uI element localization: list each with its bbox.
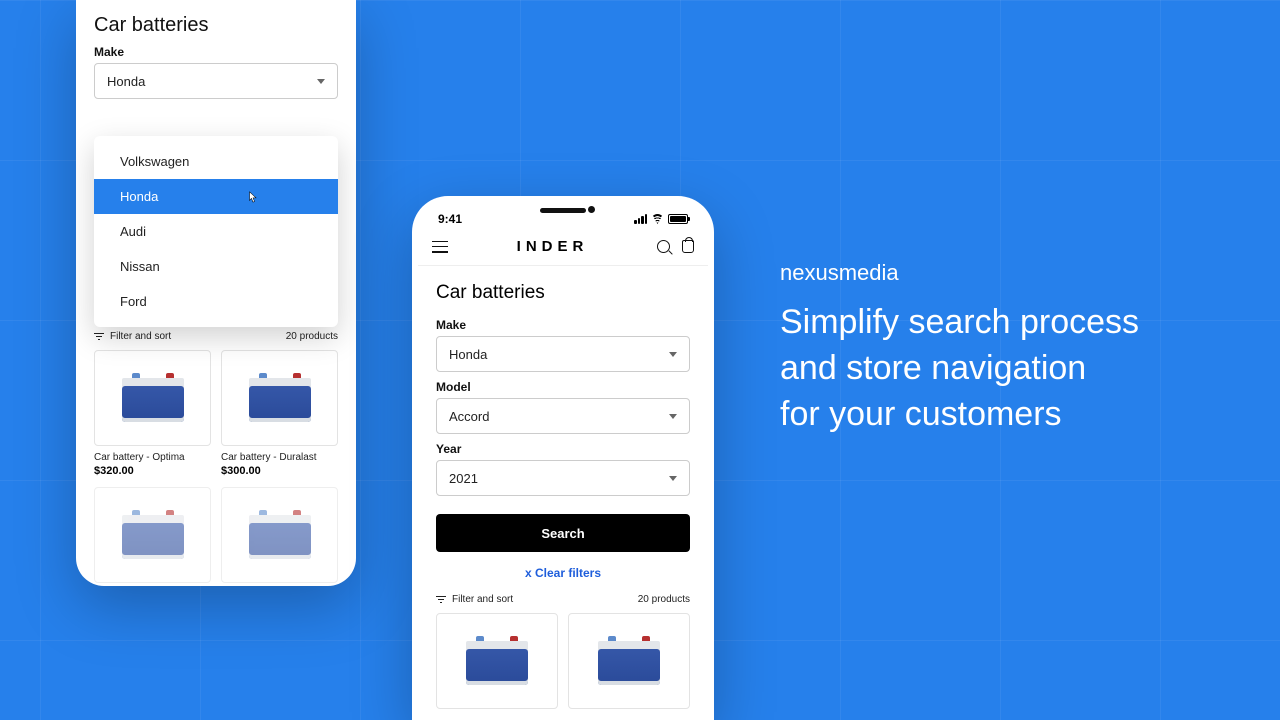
product-card[interactable]: [436, 613, 558, 709]
headline-line: and store navigation: [780, 346, 1220, 392]
make-option[interactable]: Audi: [94, 214, 338, 249]
search-icon[interactable]: [657, 240, 670, 253]
make-option[interactable]: Nissan: [94, 249, 338, 284]
make-select[interactable]: Honda: [436, 336, 690, 372]
make-select[interactable]: Honda: [94, 63, 338, 99]
product-card[interactable]: Car battery - Duralast $300.00: [221, 350, 338, 477]
year-select[interactable]: 2021: [436, 460, 690, 496]
headline: Simplify search process and store naviga…: [780, 300, 1220, 438]
search-button[interactable]: Search: [436, 514, 690, 552]
make-select-value: Honda: [449, 347, 487, 362]
phone-notch: [503, 202, 623, 224]
product-name: Car battery - Duralast: [221, 452, 338, 463]
menu-icon[interactable]: [432, 241, 448, 253]
product-thumb: [221, 350, 338, 446]
year-select-value: 2021: [449, 471, 478, 486]
product-card[interactable]: [94, 487, 211, 583]
make-dropdown: Volkswagen Honda Audi Nissan Ford: [94, 136, 338, 327]
filter-sort-button[interactable]: Filter and sort: [436, 594, 513, 605]
clear-filters-link[interactable]: x Clear filters: [418, 552, 708, 594]
battery-icon: [118, 511, 188, 559]
product-thumb: [568, 613, 690, 709]
chevron-down-icon: [669, 352, 677, 357]
cursor-icon: [248, 191, 258, 203]
model-select-value: Accord: [449, 409, 489, 424]
phone-mock-dropdown: Car batteries Make Honda x Clear filters…: [76, 0, 356, 586]
model-select[interactable]: Accord: [436, 398, 690, 434]
status-time: 9:41: [438, 212, 462, 226]
model-label: Model: [418, 380, 708, 398]
battery-icon: [594, 637, 664, 685]
product-thumb: [436, 613, 558, 709]
product-thumb: [94, 350, 211, 446]
make-label: Make: [418, 318, 708, 336]
battery-icon: [245, 511, 315, 559]
chevron-down-icon: [317, 79, 325, 84]
app-bar: INDER: [418, 230, 708, 266]
make-option[interactable]: Ford: [94, 284, 338, 319]
status-bar: 9:41: [418, 202, 708, 230]
make-option[interactable]: Volkswagen: [94, 144, 338, 179]
filter-sort-row: Filter and sort 20 products: [418, 594, 708, 613]
cart-icon[interactable]: [682, 240, 694, 253]
phone-mock-filters: 9:41 INDER Car batteries Make Honda Mode…: [412, 196, 714, 720]
battery-icon: [245, 374, 315, 422]
product-card[interactable]: [221, 487, 338, 583]
make-select-value: Honda: [107, 74, 145, 89]
page-title: Car batteries: [76, 0, 356, 45]
make-option-label: Honda: [120, 189, 158, 204]
product-thumb: [94, 487, 211, 583]
product-grid: [418, 613, 708, 714]
battery-status-icon: [668, 214, 688, 224]
headline-line: for your customers: [780, 392, 1220, 438]
product-grid-row2: [76, 487, 356, 586]
marketing-copy: nexusmedia Simplify search process and s…: [780, 260, 1220, 438]
product-name: Car battery - Optima: [94, 452, 211, 463]
battery-icon: [462, 637, 532, 685]
product-thumb: [221, 487, 338, 583]
filter-icon: [94, 333, 104, 341]
chevron-down-icon: [669, 414, 677, 419]
filter-sort-row: Filter and sort 20 products: [76, 331, 356, 350]
headline-line: Simplify search process: [780, 300, 1220, 346]
make-label: Make: [76, 45, 356, 63]
filter-sort-label: Filter and sort: [452, 594, 513, 605]
brand-logo: INDER: [517, 238, 589, 255]
year-label: Year: [418, 442, 708, 460]
filter-sort-label: Filter and sort: [110, 331, 171, 342]
product-card[interactable]: [568, 613, 690, 709]
nexusmedia-logo: nexusmedia: [780, 260, 1220, 286]
product-price: $320.00: [94, 465, 211, 477]
filter-sort-button[interactable]: Filter and sort: [94, 331, 171, 342]
make-option[interactable]: Honda: [94, 179, 338, 214]
wifi-icon: [651, 214, 664, 224]
filter-icon: [436, 596, 446, 604]
product-price: $300.00: [221, 465, 338, 477]
product-count: 20 products: [286, 331, 338, 342]
page-title: Car batteries: [418, 266, 708, 314]
battery-icon: [118, 374, 188, 422]
signal-icon: [634, 214, 647, 224]
product-grid: Car battery - Optima $320.00 Car battery…: [76, 350, 356, 487]
product-card[interactable]: Car battery - Optima $320.00: [94, 350, 211, 477]
product-count: 20 products: [638, 594, 690, 605]
chevron-down-icon: [669, 476, 677, 481]
